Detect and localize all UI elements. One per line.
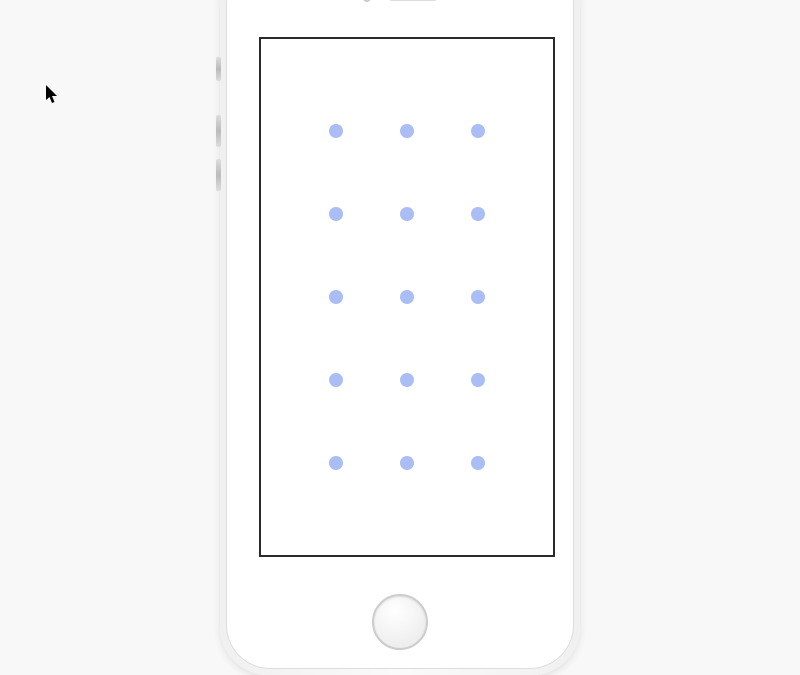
grid-dot-1-2[interactable] xyxy=(471,207,485,221)
mute-switch[interactable] xyxy=(216,57,221,81)
volume-up-button[interactable] xyxy=(216,115,221,147)
pattern-dot-grid[interactable] xyxy=(261,39,553,555)
grid-dot-3-1[interactable] xyxy=(400,373,414,387)
speaker-grille xyxy=(389,0,437,1)
grid-dot-0-2[interactable] xyxy=(471,124,485,138)
grid-dot-0-1[interactable] xyxy=(400,124,414,138)
grid-dot-4-2[interactable] xyxy=(471,456,485,470)
grid-dot-1-1[interactable] xyxy=(400,207,414,221)
camera-icon xyxy=(363,0,371,2)
phone-screen xyxy=(259,37,555,557)
grid-dot-4-1[interactable] xyxy=(400,456,414,470)
grid-dot-4-0[interactable] xyxy=(329,456,343,470)
home-button[interactable] xyxy=(372,594,428,650)
phone-top-sensors xyxy=(340,0,460,8)
grid-dot-2-1[interactable] xyxy=(400,290,414,304)
grid-dot-3-2[interactable] xyxy=(471,373,485,387)
grid-dot-1-0[interactable] xyxy=(329,207,343,221)
grid-dot-3-0[interactable] xyxy=(329,373,343,387)
cursor-icon xyxy=(46,85,60,110)
grid-dot-2-0[interactable] xyxy=(329,290,343,304)
grid-dot-0-0[interactable] xyxy=(329,124,343,138)
phone-device-frame xyxy=(220,0,580,675)
grid-dot-2-2[interactable] xyxy=(471,290,485,304)
volume-down-button[interactable] xyxy=(216,159,221,191)
phone-bezel xyxy=(226,0,574,669)
